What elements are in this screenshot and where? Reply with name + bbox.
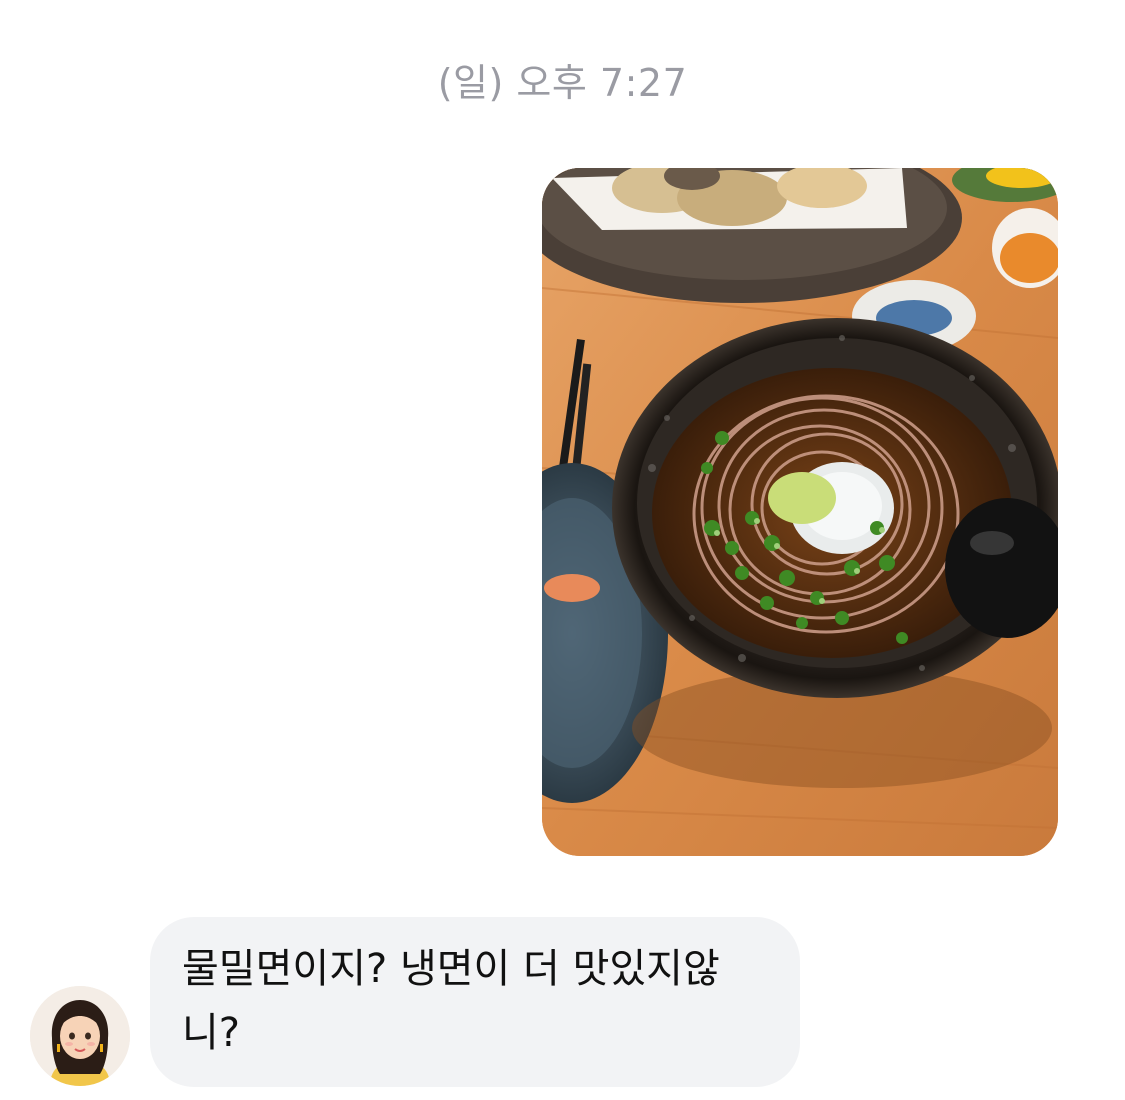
soba-noodle-bowl-photo [542, 168, 1058, 856]
incoming-message-bubble[interactable]: 물밀면이지? 냉면이 더 맛있지않니? [150, 917, 800, 1087]
photo-message[interactable] [542, 168, 1058, 856]
sender-avatar[interactable] [30, 986, 130, 1086]
chat-timestamp: (일) 오후 7:27 [437, 61, 688, 105]
girl-avatar-icon [30, 986, 130, 1086]
